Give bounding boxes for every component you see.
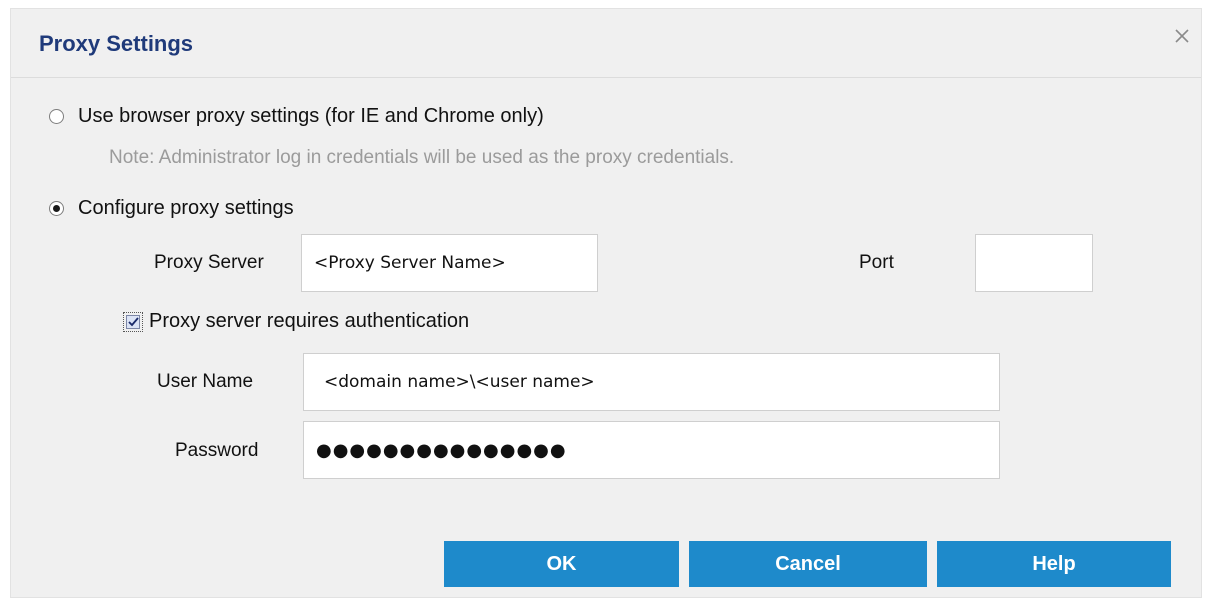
proxy-server-label: Proxy Server: [154, 252, 264, 273]
close-icon[interactable]: [1171, 25, 1193, 47]
username-input[interactable]: <domain name>\<user name>: [303, 353, 1000, 411]
proxy-settings-dialog: Proxy Settings Use browser proxy setting…: [10, 8, 1202, 598]
proxy-server-input[interactable]: <Proxy Server Name>: [301, 234, 598, 292]
port-label: Port: [859, 252, 894, 273]
help-button[interactable]: Help: [937, 541, 1171, 587]
browser-proxy-option[interactable]: Use browser proxy settings (for IE and C…: [49, 105, 544, 128]
port-input[interactable]: [975, 234, 1093, 292]
password-label: Password: [175, 440, 259, 461]
dialog-titlebar: Proxy Settings: [11, 9, 1201, 79]
configure-proxy-label: Configure proxy settings: [78, 197, 294, 219]
title-divider: [11, 77, 1201, 78]
configure-proxy-radio[interactable]: [49, 201, 64, 216]
password-input[interactable]: ●●●●●●●●●●●●●●●: [303, 421, 1000, 479]
credentials-note: Note: Administrator log in credentials w…: [109, 147, 735, 168]
configure-proxy-option[interactable]: Configure proxy settings: [49, 197, 294, 220]
auth-checkbox[interactable]: [123, 311, 143, 332]
browser-proxy-label: Use browser proxy settings (for IE and C…: [78, 105, 544, 127]
checkmark-icon: [127, 316, 139, 326]
auth-checkbox-row[interactable]: Proxy server requires authentication: [123, 310, 469, 333]
username-label: User Name: [157, 371, 254, 392]
ok-button[interactable]: OK: [444, 541, 679, 587]
cancel-button[interactable]: Cancel: [689, 541, 927, 587]
browser-proxy-radio[interactable]: [49, 109, 64, 124]
auth-checkbox-label: Proxy server requires authentication: [149, 310, 470, 332]
dialog-title: Proxy Settings: [39, 31, 194, 56]
